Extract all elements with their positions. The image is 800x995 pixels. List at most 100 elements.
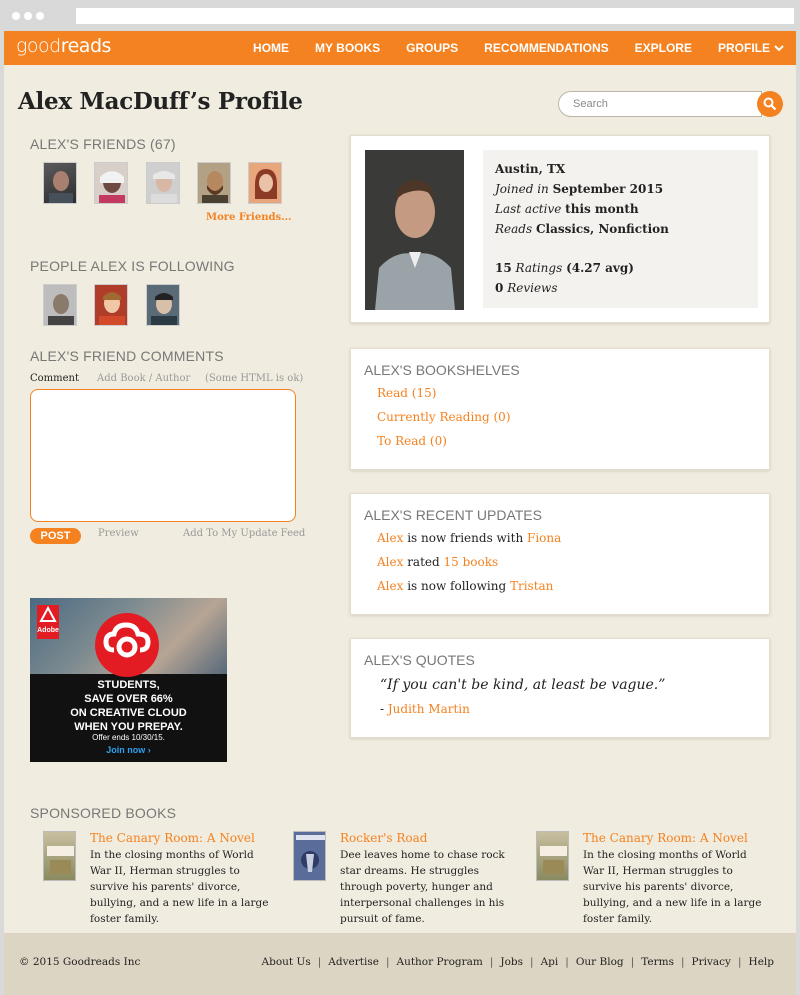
profile-info: Austin, TX Joined in September 2015 Last… <box>483 150 758 308</box>
quotes-heading: ALEX'S QUOTES <box>364 652 475 668</box>
ad-line: ON CREATIVE CLOUD <box>70 707 187 719</box>
book-title-link[interactable]: The Canary Room: A Novel <box>583 831 748 845</box>
shelf-to-read[interactable]: To Read (0) <box>377 434 447 448</box>
updates-card: ALEX'S RECENT UPDATES Alex is now friend… <box>350 493 770 615</box>
comments-heading: ALEX'S FRIEND COMMENTS <box>30 348 224 364</box>
update-text: is now friends with <box>403 531 528 545</box>
divider: | <box>317 956 322 968</box>
nav-profile[interactable]: PROFILE <box>718 41 784 55</box>
reviews-label: Reviews <box>507 281 558 295</box>
reviews-line[interactable]: 0 Reviews <box>495 281 557 295</box>
divider: | <box>530 956 534 968</box>
sponsored-book: The Canary Room: A Novel In the closing … <box>43 831 283 925</box>
logo-part: good <box>16 35 61 57</box>
book-description: In the closing months of World War II, H… <box>90 849 269 925</box>
add-to-feed-link[interactable]: Add To My Update Feed <box>183 528 305 539</box>
avatar[interactable] <box>197 162 231 204</box>
bookshelves-card: ALEX'S BOOKSHELVES Read (15) Currently R… <box>350 348 770 470</box>
update-target-link[interactable]: 15 books <box>444 555 499 569</box>
tab-comment[interactable]: Comment <box>30 373 79 384</box>
book-title-link[interactable]: Rocker's Road <box>340 831 427 845</box>
window-dot <box>12 12 20 20</box>
adobe-label: Adobe <box>37 627 59 634</box>
nav-groups[interactable]: GROUPS <box>406 41 458 55</box>
update-actor-link[interactable]: Alex <box>377 579 403 593</box>
page: goodreads HOME MY BOOKS GROUPS RECOMMEND… <box>4 31 796 995</box>
avatar[interactable] <box>248 162 282 204</box>
footer-link-terms[interactable]: Terms <box>641 956 674 968</box>
friends-heading: ALEX'S FRIENDS (67) <box>30 136 176 152</box>
update-actor-link[interactable]: Alex <box>377 531 403 545</box>
divider: | <box>681 956 685 968</box>
avatar[interactable] <box>94 162 128 204</box>
bookshelves-heading: ALEX'S BOOKSHELVES <box>364 362 520 378</box>
avatar[interactable] <box>43 284 77 326</box>
comment-textarea[interactable] <box>30 389 296 522</box>
html-note: (Some HTML is ok) <box>205 373 304 384</box>
tab-add-book-author[interactable]: Add Book / Author <box>97 373 190 384</box>
page-title: Alex MacDuff’s Profile <box>18 88 303 115</box>
sponsored-book: Rocker's Road Dee leaves home to chase r… <box>293 831 533 925</box>
nav-my-books[interactable]: MY BOOKS <box>315 41 380 55</box>
search-input[interactable]: Search <box>558 91 762 117</box>
footer-link-privacy[interactable]: Privacy <box>692 956 731 968</box>
following-heading: PEOPLE ALEX IS FOLLOWING <box>30 258 235 274</box>
reviews-count: 0 <box>495 281 504 295</box>
book-title-link[interactable]: The Canary Room: A Novel <box>90 831 255 845</box>
book-cover[interactable] <box>43 831 76 881</box>
update-item: Alex is now following Tristan <box>377 579 553 593</box>
top-nav: goodreads HOME MY BOOKS GROUPS RECOMMEND… <box>4 31 796 65</box>
ad-offer: Offer ends 10/30/15. <box>92 733 165 742</box>
profile-card: Austin, TX Joined in September 2015 Last… <box>350 135 770 323</box>
nav-explore[interactable]: EXPLORE <box>635 41 692 55</box>
search: Search <box>558 91 783 117</box>
avatar[interactable] <box>43 162 77 204</box>
shelf-read[interactable]: Read (15) <box>377 386 436 400</box>
footer-link-api[interactable]: Api <box>541 956 559 968</box>
nav-home[interactable]: HOME <box>253 41 289 55</box>
avatar[interactable] <box>146 162 180 204</box>
quote-dash: - <box>380 702 388 716</box>
footer-link-jobs[interactable]: Jobs <box>500 956 523 968</box>
preview-link[interactable]: Preview <box>98 528 139 539</box>
window-dot <box>36 12 44 20</box>
chevron-down-icon <box>774 43 784 55</box>
book-cover[interactable] <box>293 831 326 881</box>
footer-link-blog[interactable]: Our Blog <box>576 956 624 968</box>
post-button[interactable]: POST <box>30 528 81 544</box>
update-actor-link[interactable]: Alex <box>377 555 403 569</box>
footer-link-author-program[interactable]: Author Program <box>396 956 482 968</box>
footer-link-help[interactable]: Help <box>749 956 774 968</box>
book-description: Dee leaves home to chase rock star dream… <box>340 849 505 925</box>
profile-photo <box>365 150 464 310</box>
ad-banner[interactable]: Adobe STUDENTS, SAVE OVER 66% ON CREATIV… <box>30 598 227 762</box>
more-friends-link[interactable]: More Friends... <box>206 212 292 223</box>
divider: | <box>565 956 569 968</box>
footer-link-advertise[interactable]: Advertise <box>328 956 379 968</box>
book-cover[interactable] <box>536 831 569 881</box>
ratings-line[interactable]: 15 Ratings (4.27 avg) <box>495 261 634 275</box>
search-button[interactable] <box>757 91 783 117</box>
update-item: Alex is now friends with Fiona <box>377 531 561 545</box>
joined-line: Joined in September 2015 <box>495 182 663 196</box>
goodreads-logo[interactable]: goodreads <box>16 35 111 57</box>
copyright: © 2015 Goodreads Inc <box>19 956 141 968</box>
update-item: Alex rated 15 books <box>377 555 498 569</box>
footer-link-about[interactable]: About Us <box>262 956 311 968</box>
ad-headline: STUDENTS, SAVE OVER 66% ON CREATIVE CLOU… <box>30 678 227 734</box>
active-line: Last active this month <box>495 202 639 216</box>
reads-label: Reads <box>495 222 533 236</box>
logo-part: reads <box>60 35 112 57</box>
quote-author-link[interactable]: Judith Martin <box>388 702 470 716</box>
update-target-link[interactable]: Tristan <box>510 579 553 593</box>
sponsored-book: The Canary Room: A Novel In the closing … <box>536 831 776 925</box>
avatar[interactable] <box>94 284 128 326</box>
address-bar[interactable] <box>76 8 794 24</box>
shelf-currently-reading[interactable]: Currently Reading (0) <box>377 410 511 424</box>
ad-line: STUDENTS, <box>97 679 160 691</box>
update-target-link[interactable]: Fiona <box>527 531 561 545</box>
nav-recommendations[interactable]: RECOMMENDATIONS <box>484 41 608 55</box>
avatar[interactable] <box>146 284 180 326</box>
creative-cloud-icon <box>95 613 159 677</box>
ad-join-link[interactable]: Join now › <box>30 745 227 755</box>
